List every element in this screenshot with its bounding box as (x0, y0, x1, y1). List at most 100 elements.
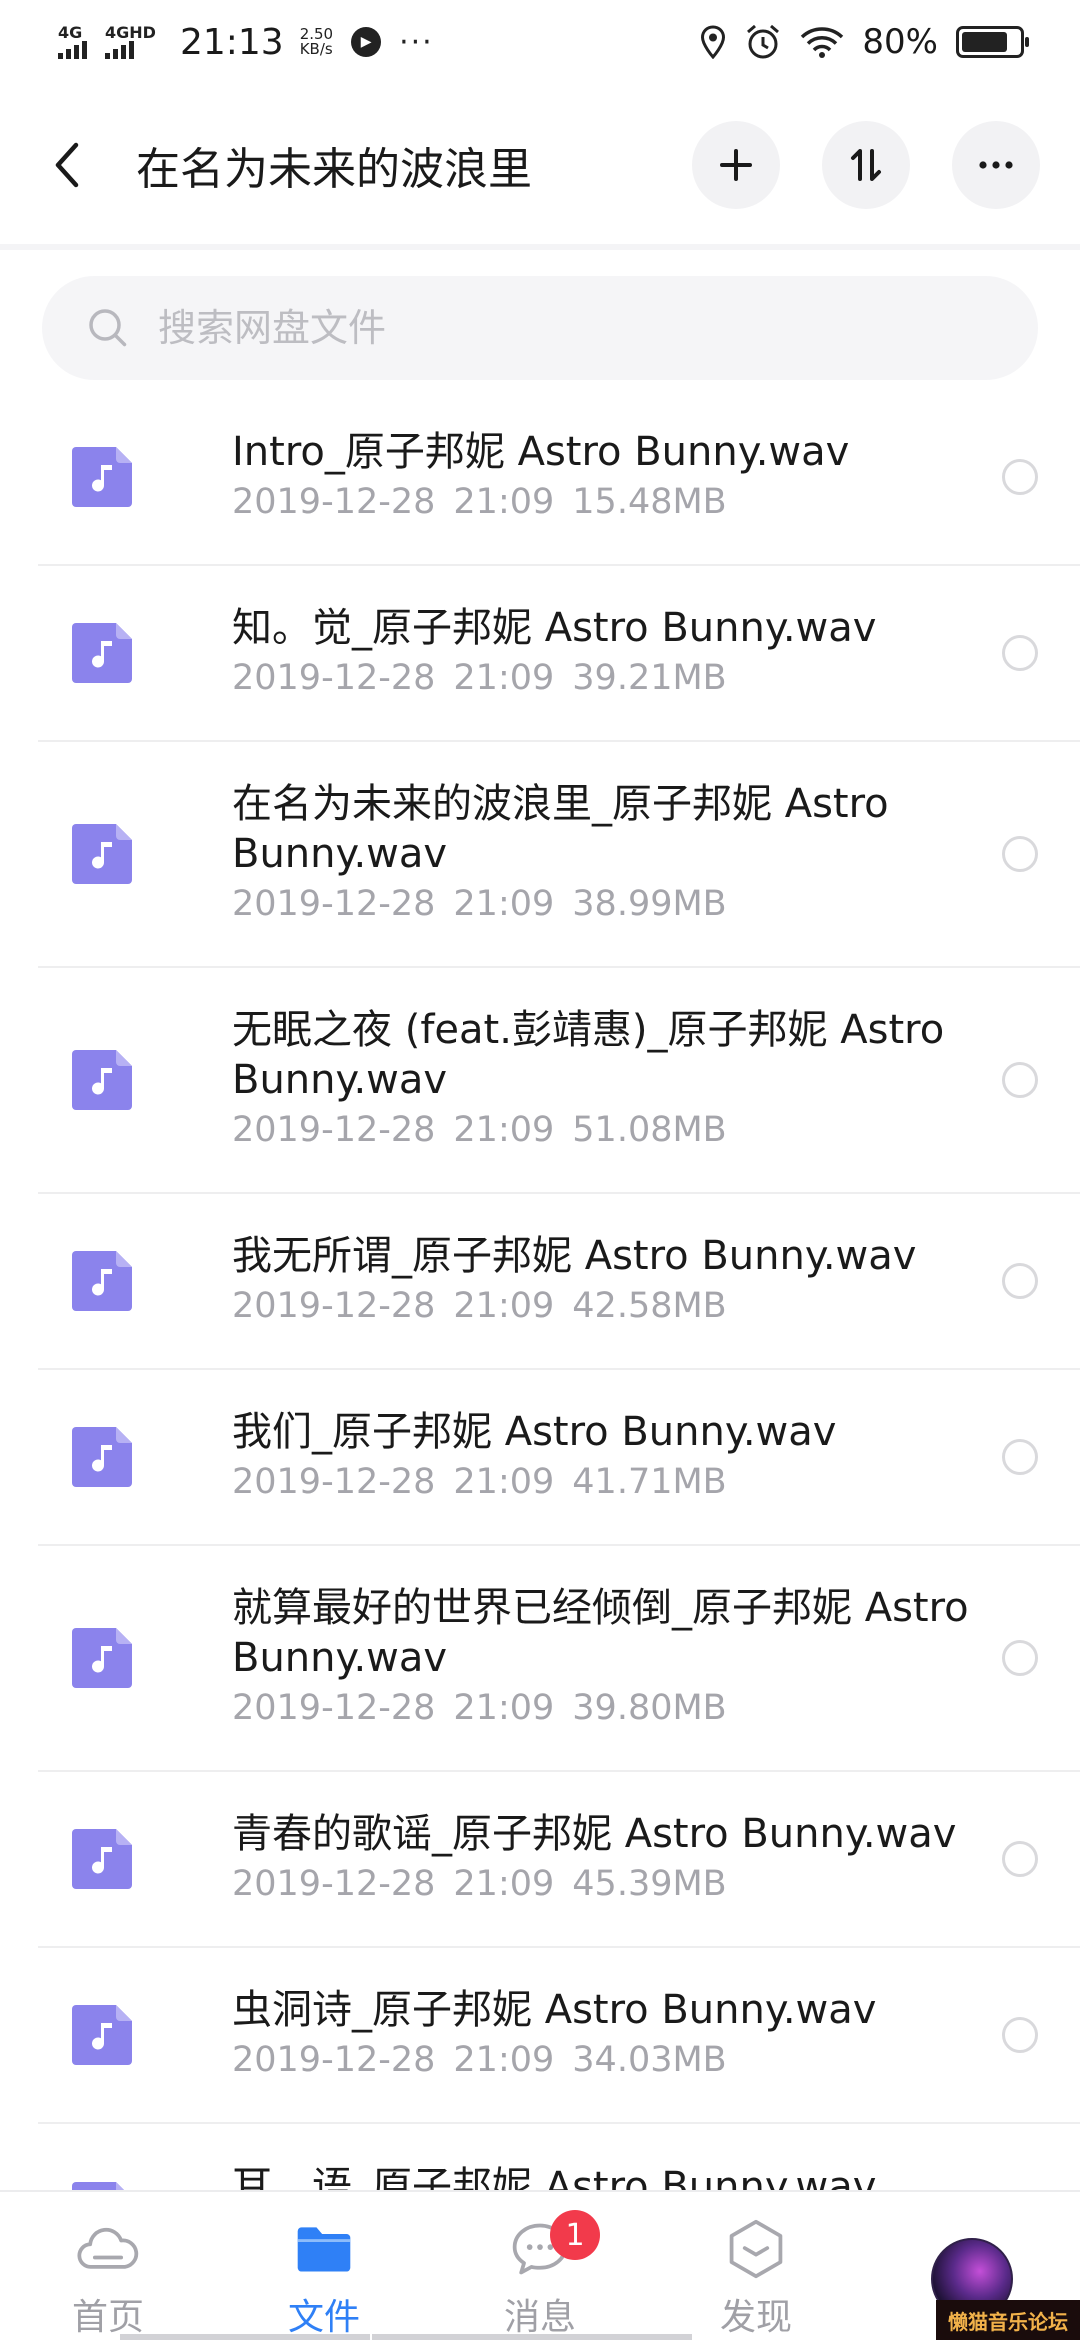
file-time: 21:09 (453, 1688, 555, 1728)
file-meta: 2019-12-28 21:09 51.08MB (232, 1105, 982, 1155)
file-date: 2019-12-28 (232, 658, 436, 698)
file-row[interactable]: 就算最好的世界已经倾倒_原子邦妮 Astro Bunny.wav 2019-12… (38, 1546, 1080, 1772)
file-size: 45.39MB (572, 1864, 727, 1904)
sort-button[interactable] (822, 121, 910, 209)
file-row[interactable]: Intro_原子邦妮 Astro Bunny.wav 2019-12-28 21:… (38, 390, 1080, 566)
file-time: 21:09 (453, 884, 555, 924)
file-row[interactable]: 我无所谓_原子邦妮 Astro Bunny.wav 2019-12-28 21:0… (38, 1194, 1080, 1370)
file-row[interactable]: 虫洞诗_原子邦妮 Astro Bunny.wav 2019-12-28 21:09… (38, 1948, 1080, 2124)
file-name: 就算最好的世界已经倾倒_原子邦妮 Astro Bunny.wav (232, 1585, 969, 1681)
plus-icon (720, 149, 752, 181)
file-size: 51.08MB (572, 1110, 727, 1150)
unread-badge: 1 (550, 2210, 600, 2260)
more-notifications-icon: ··· (399, 24, 434, 60)
file-name: 我们_原子邦妮 Astro Bunny.wav (232, 1409, 837, 1455)
file-size: 39.21MB (572, 658, 727, 698)
file-size: 41.71MB (572, 1462, 727, 1502)
file-size: 39.80MB (572, 1688, 727, 1728)
status-bar: 4G 4GHD 21:13 2.50 KB/s ▶ ··· 80% (0, 0, 1080, 84)
audio-file-icon (72, 1829, 132, 1889)
battery-percent: 80% (862, 22, 938, 62)
select-radio[interactable] (1002, 2017, 1038, 2053)
file-date: 2019-12-28 (232, 482, 436, 522)
audio-file-icon (72, 623, 132, 683)
header-divider (0, 244, 1080, 250)
file-meta: 2019-12-28 21:09 39.21MB (232, 653, 982, 703)
file-meta: 2019-12-28 21:09 39.80MB (232, 1683, 982, 1733)
file-row[interactable]: 无眠之夜 (feat.彭靖惠)_原子邦妮 Astro Bunny.wav 201… (38, 968, 1080, 1194)
file-size: 34.03MB (572, 2040, 727, 2080)
nav-discover-label: 发现 (719, 2297, 792, 2338)
back-arrow-icon (55, 142, 79, 188)
file-time: 21:09 (453, 1110, 555, 1150)
media-playing-icon: ▶ (351, 27, 382, 57)
discover-icon (729, 2219, 783, 2279)
folder-icon (297, 2227, 351, 2272)
nav-messages[interactable]: 1 消息 (432, 2192, 648, 2340)
file-meta: 2019-12-28 21:09 15.48MB (232, 477, 982, 527)
select-radio[interactable] (1002, 1062, 1038, 1098)
file-date: 2019-12-28 (232, 1110, 436, 1150)
nav-files-label: 文件 (287, 2297, 360, 2338)
search-icon (89, 309, 127, 347)
network-speed: 2.50 KB/s (300, 27, 333, 57)
audio-file-icon (72, 447, 132, 507)
file-time: 21:09 (453, 658, 555, 698)
file-name: 在名为未来的波浪里_原子邦妮 Astro Bunny.wav (232, 781, 889, 877)
sim1-signal-icon: 4G (58, 25, 87, 59)
file-row[interactable]: 我们_原子邦妮 Astro Bunny.wav 2019-12-28 21:09 4… (38, 1370, 1080, 1546)
audio-file-icon (72, 2005, 132, 2065)
file-time: 21:09 (453, 2040, 555, 2080)
search-bar[interactable] (42, 276, 1038, 380)
select-radio[interactable] (1002, 1439, 1038, 1475)
nav-home[interactable]: 首页 (0, 2192, 216, 2340)
more-dots-icon (979, 161, 1013, 169)
file-name: Intro_原子邦妮 Astro Bunny.wav (232, 429, 850, 475)
file-size: 42.58MB (572, 1286, 727, 1326)
file-name: 虫洞诗_原子邦妮 Astro Bunny.wav (232, 1987, 877, 2033)
home-indicator (120, 2334, 370, 2340)
file-row[interactable]: 青春的歌谣_原子邦妮 Astro Bunny.wav 2019-12-28 21:… (38, 1772, 1080, 1948)
select-radio[interactable] (1002, 1841, 1038, 1877)
select-radio[interactable] (1002, 836, 1038, 872)
file-date: 2019-12-28 (232, 1462, 436, 1502)
file-time: 21:09 (453, 1286, 555, 1326)
file-date: 2019-12-28 (232, 884, 436, 924)
file-date: 2019-12-28 (232, 1688, 436, 1728)
file-meta: 2019-12-28 21:09 34.03MB (232, 2035, 982, 2085)
cloud-icon (77, 2227, 139, 2269)
nav-files[interactable]: 文件 (216, 2192, 432, 2340)
file-time: 21:09 (453, 482, 555, 522)
select-radio[interactable] (1002, 459, 1038, 495)
file-date: 2019-12-28 (232, 2040, 436, 2080)
nav-messages-label: 消息 (503, 2297, 576, 2338)
back-button[interactable] (52, 135, 96, 195)
header-bar: 在名为未来的波浪里 (0, 110, 1080, 220)
nav-home-label: 首页 (71, 2297, 144, 2338)
select-radio[interactable] (1002, 1640, 1038, 1676)
more-options-button[interactable] (952, 121, 1040, 209)
audio-file-icon (72, 1251, 132, 1311)
sort-arrows-icon (851, 149, 881, 181)
page-title: 在名为未来的波浪里 (136, 144, 532, 195)
nav-discover[interactable]: 发现 (648, 2192, 864, 2340)
file-size: 38.99MB (572, 884, 727, 924)
sim1-label: 4G (58, 23, 83, 42)
bottom-nav: 首页 文件 1 消息 发现 懒猫音乐论坛 (0, 2190, 1080, 2340)
select-radio[interactable] (1002, 635, 1038, 671)
audio-file-icon (72, 824, 132, 884)
home-indicator (372, 2334, 692, 2340)
file-meta: 2019-12-28 21:09 42.58MB (232, 1281, 982, 1331)
file-row[interactable]: 知。觉_原子邦妮 Astro Bunny.wav 2019-12-28 21:09… (38, 566, 1080, 742)
search-input[interactable] (158, 306, 958, 350)
add-button[interactable] (692, 121, 780, 209)
file-row[interactable]: 在名为未来的波浪里_原子邦妮 Astro Bunny.wav 2019-12-2… (38, 742, 1080, 968)
battery-fill (962, 32, 1007, 52)
file-meta: 2019-12-28 21:09 41.71MB (232, 1457, 982, 1507)
network-speed-unit: KB/s (299, 40, 333, 58)
select-radio[interactable] (1002, 1263, 1038, 1299)
sim2-label: 4GHD (105, 23, 156, 42)
file-meta: 2019-12-28 21:09 38.99MB (232, 879, 982, 929)
clock: 21:13 (179, 21, 284, 63)
file-meta: 2019-12-28 21:09 45.39MB (232, 1859, 982, 1909)
